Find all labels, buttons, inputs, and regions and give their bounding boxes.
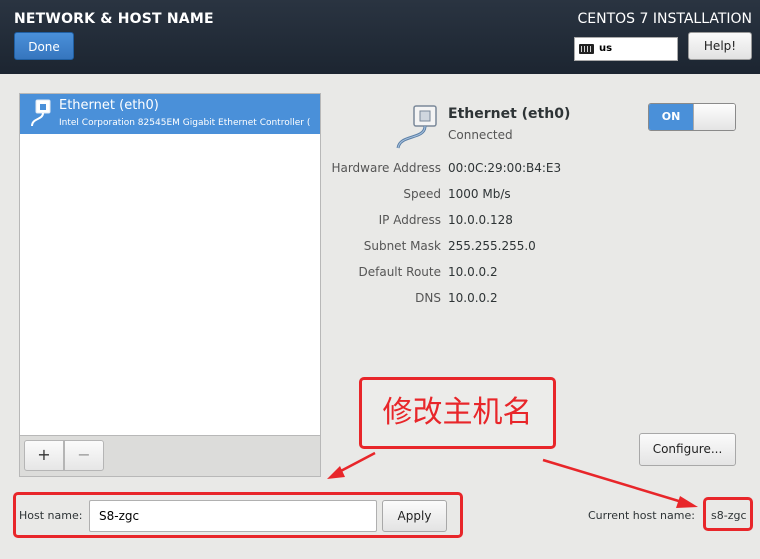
keyboard-icon	[579, 44, 594, 54]
annotation-arrow-to-hostname	[327, 451, 376, 479]
done-button[interactable]: Done	[14, 32, 74, 60]
host-name-label: Host name:	[19, 509, 83, 522]
ethernet-device-icon	[396, 105, 437, 149]
ip-address-label: IP Address	[378, 213, 441, 227]
subnet-mask-label: Subnet Mask	[363, 239, 441, 253]
keyboard-layout-label: us	[599, 43, 613, 54]
toggle-on-label: ON	[649, 104, 693, 130]
toggle-knob	[693, 104, 735, 130]
annotation-arrow-to-current-hostname	[542, 458, 698, 508]
current-host-name-value: s8-zgc	[711, 509, 747, 522]
device-list-item-eth0[interactable]: Ethernet (eth0) Intel Corporation 82545E…	[20, 94, 320, 134]
help-button[interactable]: Help!	[688, 32, 752, 60]
device-connection-status: Connected	[448, 128, 513, 142]
device-list-toolbar: + −	[19, 436, 321, 477]
configure-button[interactable]: Configure...	[639, 433, 736, 466]
device-name: Ethernet (eth0)	[59, 98, 159, 113]
ip-address-value: 10.0.0.128	[448, 213, 513, 227]
hardware-address-label: Hardware Address	[331, 161, 441, 175]
default-route-label: Default Route	[358, 265, 442, 279]
network-device-list[interactable]: Ethernet (eth0) Intel Corporation 82545E…	[19, 93, 321, 436]
hardware-address-value: 00:0C:29:00:B4:E3	[448, 161, 562, 175]
annotation-callout-text: 修改主机名	[382, 395, 533, 430]
speed-label: Speed	[403, 187, 441, 201]
remove-device-button[interactable]: −	[64, 440, 104, 471]
ethernet-icon	[31, 99, 51, 127]
installation-title: CENTOS 7 INSTALLATION	[577, 11, 752, 27]
spoke-title: NETWORK & HOST NAME	[14, 11, 214, 27]
device-description: Intel Corporation 82545EM Gigabit Ethern…	[59, 118, 311, 128]
subnet-mask-value: 255.255.255.0	[448, 239, 536, 253]
speed-value: 1000 Mb/s	[448, 187, 511, 201]
apply-hostname-button[interactable]: Apply	[382, 500, 447, 532]
top-header-bar: NETWORK & HOST NAME Done CENTOS 7 INSTAL…	[0, 0, 760, 74]
default-route-value: 10.0.0.2	[448, 265, 498, 279]
host-name-input[interactable]	[89, 500, 377, 532]
dns-label: DNS	[415, 291, 441, 305]
keyboard-layout-indicator[interactable]: us	[574, 37, 678, 61]
add-device-button[interactable]: +	[24, 440, 64, 471]
current-host-name-label: Current host name:	[588, 509, 695, 522]
device-detail-name: Ethernet (eth0)	[448, 106, 571, 122]
device-on-off-toggle[interactable]: ON	[648, 103, 736, 131]
dns-value: 10.0.0.2	[448, 291, 498, 305]
